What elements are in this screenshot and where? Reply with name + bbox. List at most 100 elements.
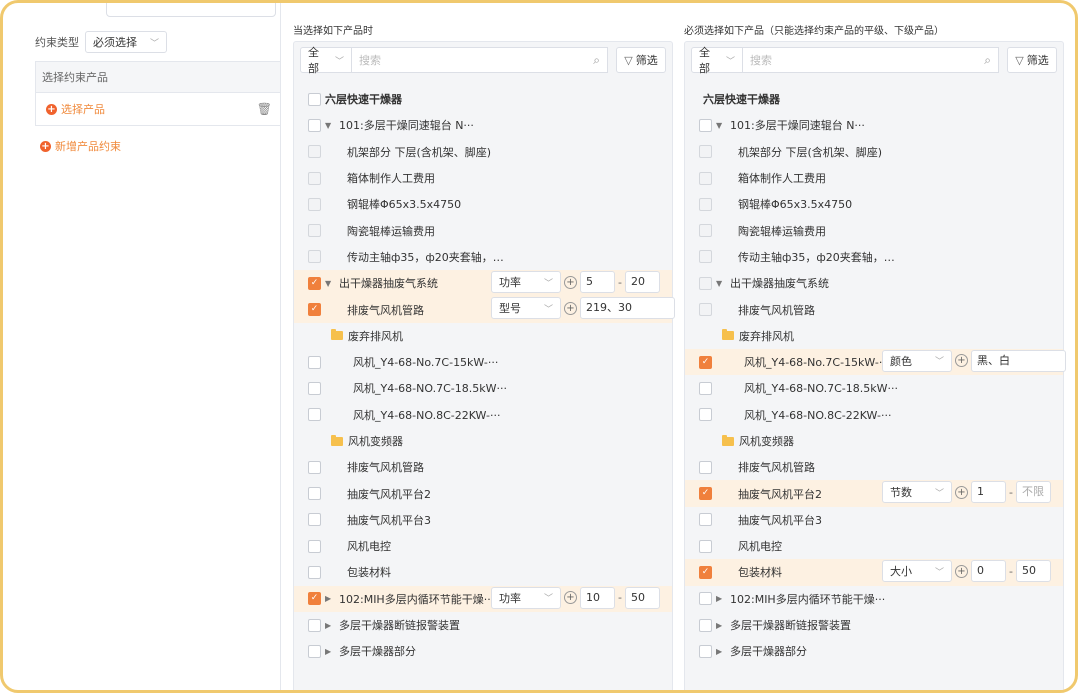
row-checkbox[interactable] (308, 618, 321, 632)
tree-row[interactable]: 陶瓷辊棒运输费用 (294, 217, 672, 243)
min-input[interactable]: 0 (971, 560, 1006, 583)
tree-row[interactable]: 排废气风机管路 (685, 296, 1063, 322)
row-checkbox[interactable] (308, 565, 321, 579)
tree-row[interactable]: ✓ ▼ 出干燥器抽废气系统 功率 ﹀ +5-20 (294, 270, 672, 297)
caret-right-icon[interactable]: ▶ (716, 594, 726, 603)
tree-row[interactable]: 抽废气风机平台3 (685, 507, 1063, 533)
row-checkbox[interactable] (699, 513, 712, 527)
tree-row[interactable]: ▶ 多层干燥器部分 (685, 638, 1063, 664)
max-input[interactable]: 50 (624, 586, 660, 609)
tree-row[interactable]: 钢辊棒Φ65x3.5x4750 (685, 191, 1063, 217)
tree-row[interactable]: 钢辊棒Φ65x3.5x4750 (294, 191, 672, 217)
row-checkbox[interactable] (699, 592, 712, 606)
attribute-select[interactable]: 功率 ﹀ (491, 271, 561, 294)
row-checkbox[interactable] (308, 224, 321, 238)
row-checkbox[interactable] (308, 381, 321, 395)
add-circle-icon[interactable]: + (955, 354, 968, 368)
tree-row[interactable]: ▼ 101:多层干燥同速辊台 N··· (294, 112, 672, 138)
row-checkbox[interactable] (308, 408, 321, 422)
tree-row[interactable]: 排废气风机管路 (294, 454, 672, 480)
add-circle-icon[interactable]: + (564, 275, 577, 289)
row-checkbox[interactable]: ✓ (699, 565, 712, 579)
row-checkbox[interactable] (308, 513, 321, 527)
add-circle-icon[interactable]: + (955, 485, 968, 499)
search-input[interactable]: 搜索 ⌕ (352, 47, 608, 73)
attribute-select[interactable]: 大小 ﹀ (882, 560, 952, 583)
tree-row[interactable]: ✓ ▶ 102:MIH多层内循环节能干燥··· 功率 ﹀ +10-50 (294, 585, 672, 612)
row-checkbox[interactable] (699, 276, 712, 290)
tree-row[interactable]: 风机电控 (685, 533, 1063, 559)
row-checkbox[interactable] (308, 355, 321, 369)
row-checkbox[interactable] (699, 381, 712, 395)
max-input[interactable]: 20 (624, 271, 660, 294)
row-checkbox[interactable] (699, 408, 712, 422)
row-checkbox[interactable] (308, 487, 321, 501)
tree-row[interactable]: ▶ 多层干燥器断链报警装置 (294, 612, 672, 638)
max-input[interactable]: 50 (1015, 560, 1051, 583)
tree-row[interactable]: 传动主轴ф35，ф20夹套轴，… (685, 244, 1063, 270)
row-checkbox[interactable] (308, 250, 321, 264)
caret-right-icon[interactable]: ▶ (325, 594, 335, 603)
row-checkbox[interactable] (699, 145, 712, 159)
row-checkbox[interactable] (699, 644, 712, 658)
row-checkbox[interactable]: ✓ (699, 355, 712, 369)
tree-row[interactable]: 抽废气风机平台3 (294, 507, 672, 533)
filter-button[interactable]: ▽ 筛选 (616, 47, 666, 73)
value-input[interactable]: 219、30 (580, 297, 675, 320)
row-checkbox[interactable] (699, 618, 712, 632)
search-input[interactable]: 搜索 ⌕ (743, 47, 999, 73)
row-checkbox[interactable] (308, 644, 321, 658)
row-checkbox[interactable] (308, 118, 321, 132)
row-checkbox[interactable] (308, 171, 321, 185)
tree-row[interactable]: 风机_Y4-68-NO.8C-22KW-··· (294, 402, 672, 428)
row-checkbox[interactable]: ✓ (699, 487, 712, 501)
tree-row[interactable]: 风机电控 (294, 533, 672, 559)
tree-row[interactable]: ✓ 排废气风机管路 型号 ﹀ +219、30 (294, 296, 675, 323)
tree-row[interactable]: ✓ 包装材料 大小 ﹀ +0-50 (685, 559, 1063, 586)
tree-row[interactable]: ▶ 多层干燥器断链报警装置 (685, 612, 1063, 638)
delete-icon[interactable]: 🗑 (257, 102, 272, 116)
tree-row[interactable]: ▶ 多层干燥器部分 (294, 638, 672, 664)
tree-row[interactable]: 包装材料 (294, 559, 672, 585)
caret-down-icon[interactable]: ▼ (716, 279, 726, 288)
tree-row[interactable]: 机架部分 下层(含机架、脚座) (294, 139, 672, 165)
tree-row[interactable]: 抽废气风机平台2 (294, 480, 672, 506)
caret-right-icon[interactable]: ▶ (716, 621, 726, 630)
caret-right-icon[interactable]: ▶ (325, 647, 335, 656)
row-checkbox[interactable]: ✓ (308, 592, 321, 606)
constraint-type-select[interactable]: 必须选择 ﹀ (85, 31, 167, 53)
tree-row[interactable]: 风机_Y4-68-NO.7C-18.5kW··· (294, 375, 672, 401)
tree-row[interactable]: 废弃排风机 (294, 323, 672, 349)
tree-row[interactable]: ▼ 101:多层干燥同速辊台 N··· (685, 112, 1063, 138)
tree-row[interactable]: ✓ 风机_Y4-68-No.7C-15kW-··· 颜色 ﹀ + 黑、白 (685, 348, 1066, 376)
tree-row[interactable]: 陶瓷辊棒运输费用 (685, 217, 1063, 243)
row-checkbox[interactable]: ✓ (308, 276, 321, 290)
attribute-select[interactable]: 节数 ﹀ (882, 481, 952, 504)
filter-button[interactable]: ▽ 筛选 (1007, 47, 1057, 73)
tree-row[interactable]: 风机变频器 (685, 428, 1063, 454)
tree-row[interactable]: 箱体制作人工费用 (294, 165, 672, 191)
row-checkbox[interactable] (308, 539, 321, 553)
tree-row[interactable]: 六层快速干燥器 (294, 86, 672, 112)
caret-down-icon[interactable]: ▼ (325, 279, 335, 288)
caret-right-icon[interactable]: ▶ (716, 647, 726, 656)
tree-row[interactable]: 六层快速干燥器 (685, 86, 1063, 112)
scope-select[interactable]: 全部 ﹀ (691, 46, 743, 75)
add-constraint-button[interactable]: + 新增产品约束 (40, 138, 121, 154)
tree-row[interactable]: 风机_Y4-68-No.7C-15kW-··· (294, 349, 672, 375)
row-checkbox[interactable] (699, 171, 712, 185)
tree-row[interactable]: ▼ 出干燥器抽废气系统 (685, 270, 1063, 296)
attribute-select[interactable]: 功率 ﹀ (491, 586, 561, 609)
tree-row[interactable]: 机架部分 下层(含机架、脚座) (685, 139, 1063, 165)
add-circle-icon[interactable]: + (564, 591, 577, 605)
attribute-select[interactable]: 颜色 ﹀ (882, 349, 952, 372)
tree-row[interactable]: 风机变频器 (294, 428, 672, 454)
row-checkbox[interactable] (699, 224, 712, 238)
row-checkbox[interactable] (308, 460, 321, 474)
row-checkbox[interactable] (699, 118, 712, 132)
tree-row[interactable]: 废弃排风机 (685, 323, 1063, 349)
row-checkbox[interactable] (308, 197, 321, 211)
tree-row[interactable]: 风机_Y4-68-NO.7C-18.5kW··· (685, 375, 1063, 401)
select-product-button[interactable]: + 选择产品 (46, 101, 105, 117)
row-checkbox[interactable] (308, 92, 321, 106)
